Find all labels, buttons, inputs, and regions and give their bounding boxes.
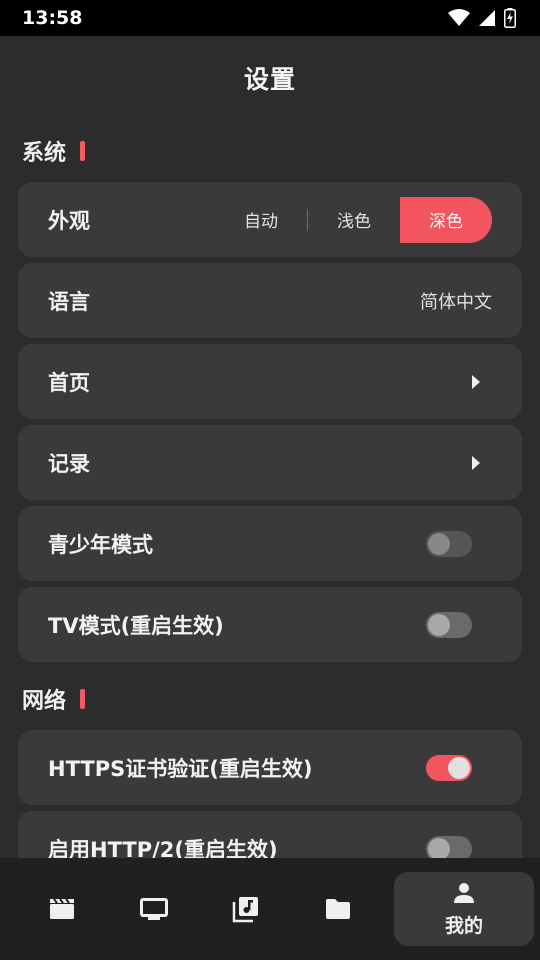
- setting-https-verify: HTTPS证书验证(重启生效): [18, 730, 522, 805]
- language-value: 简体中文: [420, 291, 492, 313]
- section-title: 系统: [22, 141, 67, 166]
- tv-mode-toggle[interactable]: [426, 611, 472, 638]
- status-bar: 13:58: [0, 0, 540, 36]
- setting-teen-mode: 青少年模式: [18, 506, 522, 581]
- wifi-icon: [448, 9, 470, 26]
- nav-item-files[interactable]: [292, 872, 384, 946]
- section-header-network: 网络: [0, 668, 540, 730]
- status-icons: [448, 8, 516, 28]
- status-time: 13:58: [22, 7, 83, 29]
- setting-label: 青少年模式: [48, 532, 153, 557]
- toggle-knob: [428, 613, 450, 636]
- setting-home[interactable]: 首页: [18, 344, 522, 419]
- page-title: 设置: [243, 65, 296, 94]
- appearance-option-light[interactable]: 浅色: [308, 197, 400, 243]
- setting-label: 首页: [48, 370, 90, 395]
- nav-item-me[interactable]: 我的: [394, 872, 534, 946]
- toggle-knob: [448, 756, 470, 779]
- setting-appearance: 外观 自动 浅色 深色: [18, 182, 522, 257]
- chevron-right-icon: [472, 374, 480, 389]
- settings-list[interactable]: 系统 外观 自动 浅色 深色 语言 简体中文 首页 记录 青少年模式 TV模式(…: [0, 120, 540, 858]
- nav-item-tv[interactable]: [108, 872, 200, 946]
- setting-label: 记录: [48, 451, 90, 476]
- nav-label: 我的: [444, 914, 483, 937]
- section-accent-bar: [80, 689, 86, 709]
- folder-icon: [326, 899, 350, 919]
- appearance-option-dark[interactable]: 深色: [400, 196, 492, 243]
- toggle-knob: [428, 532, 450, 555]
- setting-tv-mode: TV模式(重启生效): [18, 587, 522, 662]
- section-accent-bar: [80, 141, 86, 161]
- setting-label: 语言: [48, 289, 90, 314]
- setting-label: 启用HTTP/2(重启生效): [48, 837, 278, 859]
- toggle-knob: [428, 837, 450, 858]
- setting-label: TV模式(重启生效): [48, 613, 224, 638]
- bottom-nav: 我的: [0, 858, 540, 960]
- person-icon: [454, 882, 474, 903]
- nav-item-movies[interactable]: [16, 872, 108, 946]
- https-verify-toggle[interactable]: [426, 754, 472, 781]
- nav-item-music[interactable]: [200, 872, 292, 946]
- setting-http2: 启用HTTP/2(重启生效): [18, 811, 522, 858]
- setting-label: 外观: [48, 208, 90, 233]
- setting-language[interactable]: 语言 简体中文: [18, 263, 522, 338]
- battery-charging-icon: [504, 8, 516, 28]
- chevron-right-icon: [472, 455, 480, 470]
- music-library-icon: [232, 897, 258, 923]
- appearance-segmented-control: 自动 浅色 深色: [215, 196, 492, 243]
- appearance-option-auto[interactable]: 自动: [215, 197, 307, 243]
- setting-label: HTTPS证书验证(重启生效): [48, 756, 313, 781]
- tv-icon: [140, 898, 168, 920]
- clapperboard-icon: [50, 898, 74, 919]
- setting-history[interactable]: 记录: [18, 425, 522, 500]
- section-title: 网络: [22, 689, 67, 714]
- http2-toggle[interactable]: [426, 835, 472, 858]
- teen-mode-toggle[interactable]: [426, 530, 472, 557]
- cell-signal-icon: [479, 10, 495, 26]
- section-header-system: 系统: [0, 120, 540, 182]
- app-header: 设置: [0, 36, 540, 120]
